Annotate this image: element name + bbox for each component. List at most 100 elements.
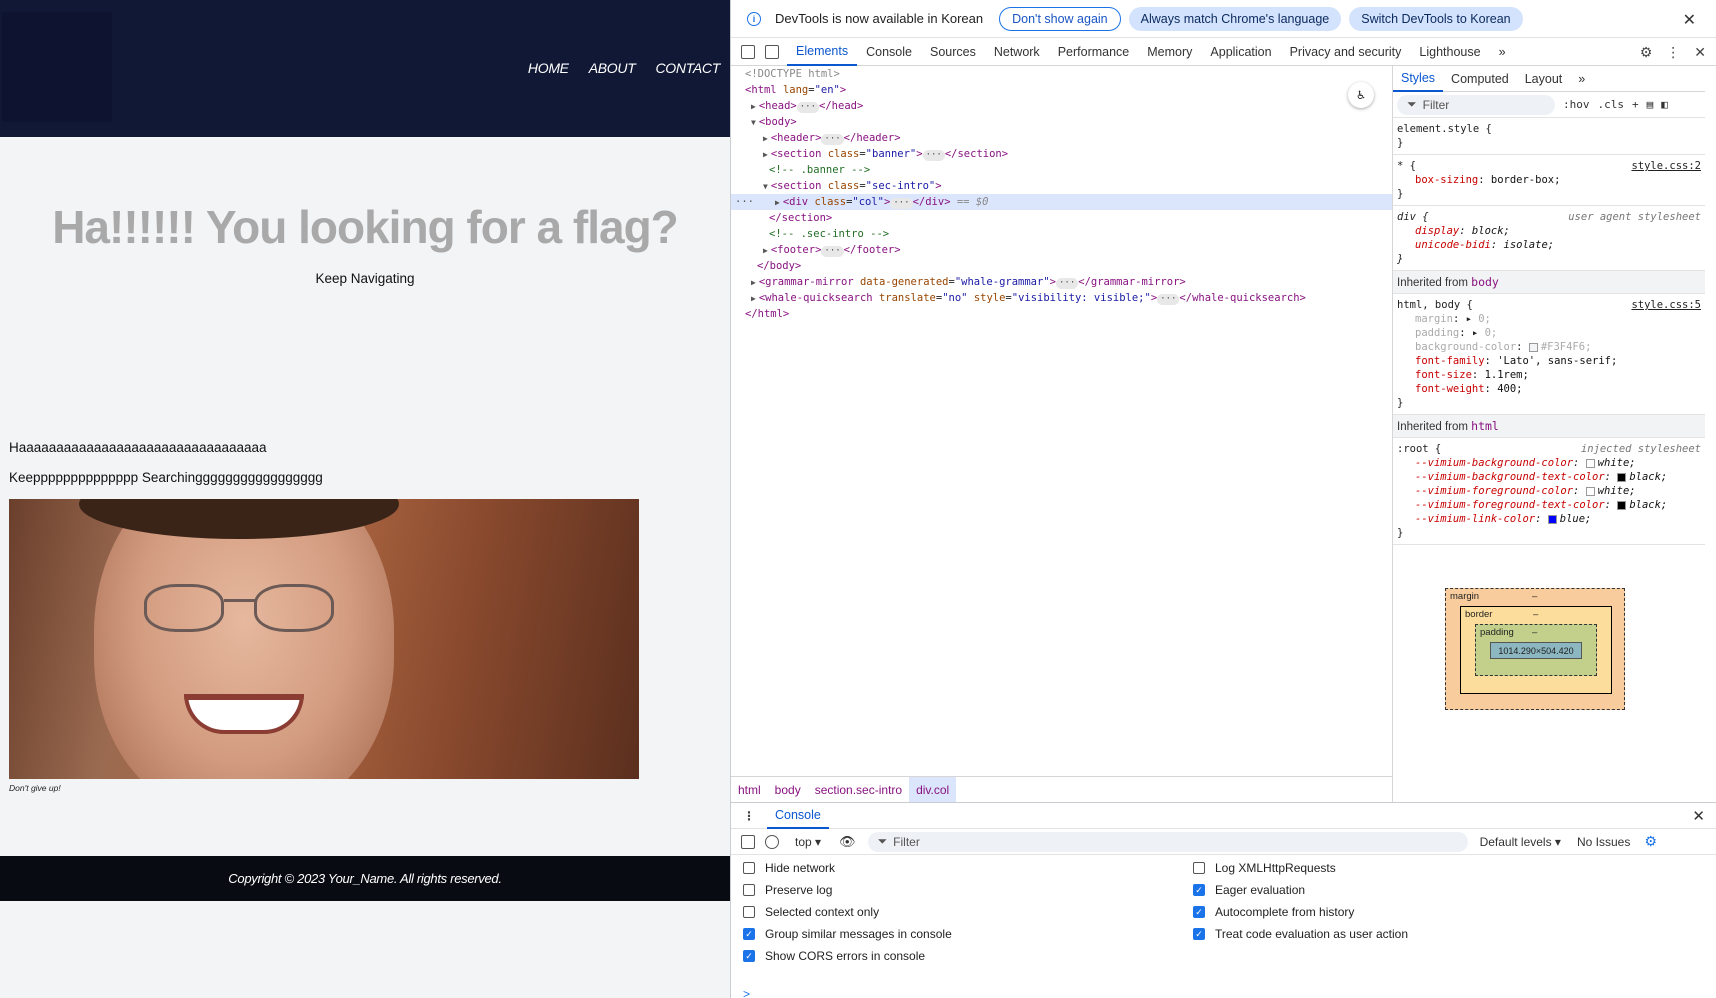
more-panes-icon[interactable]: » xyxy=(1570,66,1593,92)
console-prompt[interactable]: > xyxy=(743,987,750,998)
settings-gear-icon[interactable]: ⚙ xyxy=(1640,44,1653,61)
unchecked-box-icon[interactable] xyxy=(1193,862,1205,874)
console-setting-checkbox[interactable]: ✓ Group similar messages in console xyxy=(743,927,952,941)
close-notice-icon[interactable]: ✕ xyxy=(1683,10,1696,30)
accessibility-tree-icon[interactable]: ♿ xyxy=(1348,82,1374,108)
rule-source-link[interactable]: style.css:5 xyxy=(1631,298,1701,312)
switch-to-korean-button[interactable]: Switch DevTools to Korean xyxy=(1349,6,1523,31)
breadcrumb-body[interactable]: body xyxy=(768,777,808,803)
device-toolbar-icon[interactable] xyxy=(765,44,779,59)
collapsed-triangle-icon[interactable]: ▶ xyxy=(763,246,768,255)
tab-privacy-security[interactable]: Privacy and security xyxy=(1281,38,1411,66)
collapsed-triangle-icon[interactable]: ▶ xyxy=(751,278,756,287)
console-setting-checkbox[interactable]: Selected context only xyxy=(743,905,879,919)
unchecked-box-icon[interactable] xyxy=(743,862,755,874)
dom-node-doctype[interactable]: <!DOCTYPE html> xyxy=(731,66,1392,82)
checked-box-icon[interactable]: ✓ xyxy=(1193,928,1205,940)
dom-node-html-close[interactable]: </html> xyxy=(731,306,1392,322)
nav-about-link[interactable]: ABOUT xyxy=(589,60,636,76)
context-selector[interactable]: top ▾ xyxy=(795,835,821,849)
tab-memory[interactable]: Memory xyxy=(1138,38,1201,66)
dom-comment-sec-intro[interactable]: <!-- .sec-intro --> xyxy=(731,226,1392,242)
hov-toggle[interactable]: :hov xyxy=(1563,98,1590,111)
rule-element-style[interactable]: element.style { } xyxy=(1393,118,1705,155)
tab-application[interactable]: Application xyxy=(1201,38,1280,66)
sidebar-toggle-icon[interactable] xyxy=(741,834,755,849)
collapsed-triangle-icon[interactable]: ▶ xyxy=(751,294,756,303)
box-model-content[interactable]: 1014.290×504.420 xyxy=(1490,642,1582,659)
dont-show-again-button[interactable]: Don't show again xyxy=(999,6,1121,31)
new-rule-icon[interactable]: + xyxy=(1632,98,1639,111)
clear-console-icon[interactable] xyxy=(765,834,779,849)
breadcrumb-html[interactable]: html xyxy=(731,777,768,803)
checked-box-icon[interactable]: ✓ xyxy=(1193,884,1205,896)
rule-source-link[interactable]: style.css:2 xyxy=(1631,159,1701,173)
tab-performance[interactable]: Performance xyxy=(1049,38,1139,66)
collapsed-triangle-icon[interactable]: ▶ xyxy=(775,198,780,207)
checked-box-icon[interactable]: ✓ xyxy=(743,928,755,940)
nav-contact-link[interactable]: CONTACT xyxy=(655,60,720,76)
inspect-element-icon[interactable] xyxy=(741,44,755,59)
dom-node-section-banner[interactable]: ▶ <section class="banner"> ··· </section> xyxy=(731,146,1392,162)
dom-node-html[interactable]: <html lang="en"> xyxy=(731,82,1392,98)
tab-sources[interactable]: Sources xyxy=(921,38,985,66)
cls-toggle[interactable]: .cls xyxy=(1598,98,1625,111)
drawer-menu-icon[interactable]: ⋮ xyxy=(743,809,755,823)
toggle-sidebar-icon[interactable]: ◧ xyxy=(1661,98,1668,111)
nav-home-link[interactable]: HOME xyxy=(528,60,569,76)
tab-elements[interactable]: Elements xyxy=(787,38,858,66)
tab-computed[interactable]: Computed xyxy=(1443,66,1517,92)
dom-node-body[interactable]: ▼ <body> xyxy=(731,114,1392,130)
checked-box-icon[interactable]: ✓ xyxy=(743,950,755,962)
more-tabs-icon[interactable]: » xyxy=(1490,38,1515,66)
checked-box-icon[interactable]: ✓ xyxy=(1193,906,1205,918)
dom-node-grammar-mirror[interactable]: ▶ <grammar-mirror data-generated="whale-g… xyxy=(731,274,1392,290)
tab-lighthouse[interactable]: Lighthouse xyxy=(1410,38,1489,66)
node-actions-icon[interactable]: ··· xyxy=(735,194,754,210)
styles-filter-input[interactable]: ⏷ Filter xyxy=(1397,94,1555,115)
rule-universal[interactable]: style.css:2 * { box-sizing: border-box; … xyxy=(1393,155,1705,206)
close-drawer-icon[interactable]: ✕ xyxy=(1692,807,1705,825)
tab-layout[interactable]: Layout xyxy=(1517,66,1571,92)
rule-div-user-agent[interactable]: user agent stylesheet div { display: blo… xyxy=(1393,206,1705,271)
rule-root[interactable]: injected stylesheet :root { --vimium-bac… xyxy=(1393,438,1705,545)
expanded-triangle-icon[interactable]: ▼ xyxy=(751,118,756,127)
dom-node-section-sec-intro[interactable]: ▼ <section class="sec-intro"> xyxy=(731,178,1392,194)
dom-node-whale-quicksearch[interactable]: ▶ <whale-quicksearch translate="no" style… xyxy=(731,290,1392,306)
console-setting-checkbox[interactable]: ✓ Show CORS errors in console xyxy=(743,949,925,963)
paint-icon[interactable]: ▤ xyxy=(1647,98,1654,111)
console-filter-input[interactable]: ⏷ Filter xyxy=(867,831,1468,852)
close-devtools-icon[interactable]: ✕ xyxy=(1694,44,1706,61)
dom-node-div-col-selected[interactable]: ··· ▶ <div class="col"> ··· </div> == $0 xyxy=(731,194,1392,210)
live-expression-eye-icon[interactable]: 👁 xyxy=(839,834,856,850)
log-levels-dropdown[interactable]: Default levels ▾ xyxy=(1480,835,1561,849)
breadcrumb-section[interactable]: section.sec-intro xyxy=(808,777,909,803)
dom-node-head[interactable]: ▶ <head> ··· </head> xyxy=(731,98,1392,114)
console-setting-checkbox[interactable]: Preserve log xyxy=(743,883,832,897)
unchecked-box-icon[interactable] xyxy=(743,884,755,896)
tab-styles[interactable]: Styles xyxy=(1393,66,1444,92)
collapsed-triangle-icon[interactable]: ▶ xyxy=(763,150,768,159)
console-setting-checkbox[interactable]: Log XMLHttpRequests xyxy=(1193,861,1336,875)
expanded-triangle-icon[interactable]: ▼ xyxy=(763,182,768,191)
console-setting-checkbox[interactable]: ✓ Eager evaluation xyxy=(1193,883,1305,897)
console-setting-checkbox[interactable]: Hide network xyxy=(743,861,835,875)
drawer-tab-console[interactable]: Console xyxy=(767,803,829,829)
dom-node-section-close[interactable]: </section> xyxy=(731,210,1392,226)
site-logo[interactable] xyxy=(2,12,112,122)
issues-counter[interactable]: No Issues xyxy=(1577,835,1630,849)
console-setting-checkbox[interactable]: ✓ Autocomplete from history xyxy=(1193,905,1354,919)
tab-network[interactable]: Network xyxy=(985,38,1049,66)
tab-console[interactable]: Console xyxy=(857,38,921,66)
collapsed-triangle-icon[interactable]: ▶ xyxy=(763,134,768,143)
collapsed-triangle-icon[interactable]: ▶ xyxy=(751,102,756,111)
dom-node-body-close[interactable]: </body> xyxy=(731,258,1392,274)
console-setting-checkbox[interactable]: ✓ Treat code evaluation as user action xyxy=(1193,927,1408,941)
console-settings-gear-icon[interactable]: ⚙ xyxy=(1644,833,1657,850)
rule-html-body[interactable]: style.css:5 html, body { margin: ▸ 0; pa… xyxy=(1393,294,1705,415)
dom-node-header[interactable]: ▶ <header> ··· </header> xyxy=(731,130,1392,146)
dom-node-footer[interactable]: ▶ <footer> ··· </footer> xyxy=(731,242,1392,258)
always-match-language-button[interactable]: Always match Chrome's language xyxy=(1128,6,1342,31)
dom-comment-banner[interactable]: <!-- .banner --> xyxy=(731,162,1392,178)
unchecked-box-icon[interactable] xyxy=(743,906,755,918)
